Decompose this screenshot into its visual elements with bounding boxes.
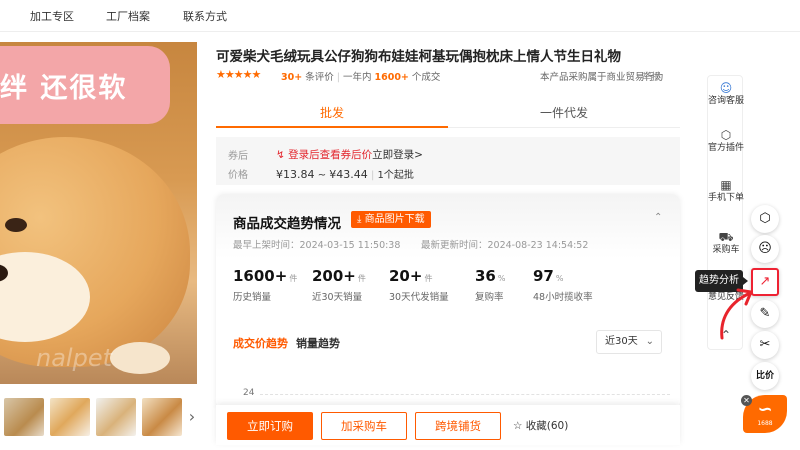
image-watermark: nalpet [36,344,112,372]
close-icon[interactable]: ✕ [741,395,752,406]
coupon-arrow-icon: ↯ [276,149,285,161]
stat-30day-sales: 200+ 件 近30天销量 [312,267,366,303]
face-icon[interactable]: ☹ [751,235,779,263]
product-main-image[interactable]: 绊 还很软 nalpet [0,42,197,384]
cross-border-button[interactable]: 跨境铺货 [415,412,501,440]
qr-icon: ▦ [720,178,732,192]
price-label: 价格 [228,170,248,181]
image-banner: 绊 还很软 [0,46,170,124]
tab-price-trend[interactable]: 成交价趋势 [233,335,288,351]
chart-gridline [260,394,670,395]
login-link[interactable]: 立即登录> [372,149,423,161]
stat-dropship-sales: 20+ 件 30天代发销量 [389,267,449,303]
sidebar-item-cart[interactable]: ⛟ 采购车 [708,230,744,256]
stat-pickup-rate: 97% 48小时揽收率 [533,267,593,303]
compare-price-button[interactable]: 比价 [751,362,779,390]
annotation-arrow-icon [720,288,753,340]
last-updated-time: 最新更新时间：2024-08-23 14:54:52 [421,240,589,251]
sidebar-item-customer-service[interactable]: ☺ 咨询客服 [708,81,744,107]
purchase-tabs: 批发 一件代发 [216,98,680,128]
thumbnail[interactable] [96,398,136,436]
first-listed-time: 最早上架时间：2024-03-15 11:50:38 [233,240,401,251]
headset-icon: ☺ [719,81,733,95]
favorite-button[interactable]: ☆ 收藏(60) [513,418,568,433]
thumbnail[interactable] [4,398,44,436]
tab-wholesale[interactable]: 批发 [216,98,448,128]
nav-processing[interactable]: 加工专区 [30,8,74,24]
top-nav: 加工专区 工厂档案 联系方式 [0,0,800,32]
trend-title: 商品成交趋势情况 [233,216,341,232]
price-box: 券后 ↯ 登录后查看券后价立即登录> 价格 ¥13.84 ~ ¥43.44 | … [216,137,680,185]
star-icon: ☆ [513,420,523,432]
cart-icon: ⛟ [718,230,734,244]
stat-repurchase-rate: 36% 复购率 [475,267,506,303]
thumbnail[interactable] [50,398,90,436]
nav-contact[interactable]: 联系方式 [183,8,227,24]
product-title: 可爱柴犬毛绒玩具公仔狗狗布娃娃柯基玩偶抱枕床上情人节生日礼物 [216,49,621,65]
order-now-button[interactable]: 立即订购 [227,412,313,440]
nav-factory-profile[interactable]: 工厂档案 [106,8,150,24]
tab-sales-trend[interactable]: 销量趋势 [296,335,340,351]
range-select[interactable]: 近30天 ⌄ [596,330,662,354]
chevron-down-icon: ⌄ [645,336,654,347]
trend-panel: 商品成交趋势情况 ⤓ 商品图片下载 ⌃ 最早上架时间：2024-03-15 11… [216,194,680,409]
tab-dropship[interactable]: 一件代发 [448,98,680,128]
cube-icon: ⬡ [720,128,732,142]
collapse-icon[interactable]: ⌃ [654,212,662,223]
coupon-row: ↯ 登录后查看券后价立即登录> [276,147,423,162]
shield-icon[interactable]: ⬡ [751,205,779,233]
thumbnail-next-icon[interactable]: › [186,398,198,436]
sidebar-item-plugin[interactable]: ⬡ 官方插件 [708,128,744,154]
download-icon: ⤓ [357,214,362,225]
add-to-cart-button[interactable]: 加采购车 [321,412,407,440]
sidebar-item-mobile-order[interactable]: ▦ 手机下单 [708,178,744,204]
action-bar: 立即订购 加采购车 跨境铺货 ☆ 收藏(60) [216,405,680,445]
rating-stars: ★★★★★ [216,68,261,81]
review-meta[interactable]: 30+ 条评价 | 一年内 1600+ 个成交 [281,69,440,83]
download-images-button[interactable]: ⤓ 商品图片下载 [351,211,431,228]
report-link[interactable]: 举报 [642,69,661,83]
stat-history-sales: 1600+ 件 历史销量 [233,267,298,303]
coupon-label: 券后 [228,151,248,162]
coupon-login-link[interactable]: 登录后查看券后价 [288,149,372,161]
price-range: ¥13.84 ~ ¥43.44 | 1个起批 [276,168,414,181]
y-axis-tick: 24 [243,388,255,398]
thumbnail[interactable] [142,398,182,436]
